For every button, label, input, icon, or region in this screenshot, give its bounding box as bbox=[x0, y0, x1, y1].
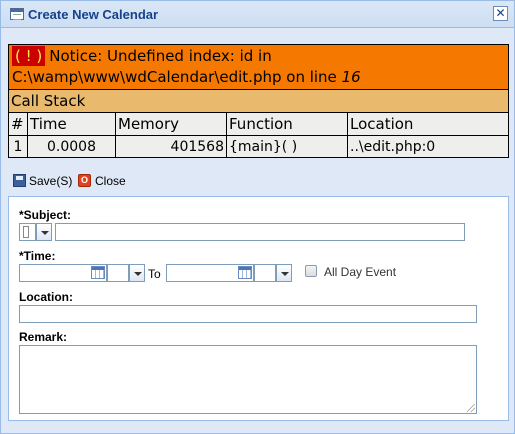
calendar-form: *Subject: *Time: To All Day Event Locati… bbox=[8, 196, 509, 421]
create-calendar-dialog: Create New Calendar ✕ ( ! ) Notice: Undef… bbox=[0, 0, 515, 434]
cell-num: 1 bbox=[8, 135, 28, 158]
col-header-num: # bbox=[8, 112, 28, 136]
close-icon[interactable]: ✕ bbox=[493, 6, 508, 21]
notice-text: Notice: Undefined index: id in C:\wamp\w… bbox=[12, 47, 342, 86]
close-icon: O bbox=[78, 174, 91, 187]
col-header-function: Function bbox=[226, 112, 348, 136]
dialog-toolbar: Save(S) O Close bbox=[8, 171, 509, 193]
color-dropdown-button[interactable] bbox=[36, 223, 52, 241]
remark-label: Remark: bbox=[19, 330, 68, 344]
all-day-checkbox[interactable] bbox=[305, 265, 317, 277]
notice-message: ( ! ) Notice: Undefined index: id in C:\w… bbox=[8, 44, 509, 90]
col-header-location: Location bbox=[347, 112, 509, 136]
error-badge: ( ! ) bbox=[12, 46, 46, 66]
start-time-dropdown-button[interactable] bbox=[129, 264, 145, 282]
start-date-input[interactable] bbox=[19, 264, 107, 282]
end-time-input[interactable] bbox=[254, 264, 276, 282]
save-icon bbox=[13, 174, 26, 187]
remark-textarea[interactable] bbox=[19, 345, 477, 414]
resize-grip[interactable] bbox=[467, 404, 475, 412]
start-time-input[interactable] bbox=[107, 264, 129, 282]
save-button[interactable]: Save(S) bbox=[13, 173, 73, 189]
cell-time: 0.0008 bbox=[27, 135, 116, 158]
php-notice-table: ( ! ) Notice: Undefined index: id in C:\w… bbox=[8, 44, 509, 158]
end-time-dropdown-button[interactable] bbox=[276, 264, 292, 282]
notice-line-number: 16 bbox=[341, 68, 361, 86]
col-header-memory: Memory bbox=[115, 112, 227, 136]
color-swatch bbox=[23, 226, 29, 238]
end-date-input[interactable] bbox=[166, 264, 254, 282]
calendar-picker-icon[interactable] bbox=[238, 266, 252, 279]
location-input[interactable] bbox=[19, 305, 477, 323]
table-row: 1 0.0008 401568 {main}( ) ..\edit.php:0 bbox=[8, 135, 509, 158]
all-day-label: All Day Event bbox=[324, 265, 397, 279]
color-select[interactable] bbox=[19, 223, 36, 241]
cell-location: ..\edit.php:0 bbox=[347, 135, 509, 158]
subject-input[interactable] bbox=[55, 223, 465, 241]
location-label: Location: bbox=[19, 290, 73, 304]
calendar-icon bbox=[10, 8, 24, 20]
calendar-picker-icon[interactable] bbox=[91, 266, 105, 279]
to-label: To bbox=[148, 267, 161, 281]
dialog-titlebar[interactable]: Create New Calendar ✕ bbox=[1, 1, 514, 28]
save-button-label: Save(S) bbox=[29, 174, 73, 188]
call-stack-title: Call Stack bbox=[8, 89, 509, 113]
close-button-label: Close bbox=[95, 174, 126, 188]
cell-memory: 401568 bbox=[115, 135, 227, 158]
close-button[interactable]: O Close bbox=[78, 173, 130, 189]
subject-label: *Subject: bbox=[19, 208, 72, 222]
time-label: *Time: bbox=[19, 249, 56, 263]
dialog-title: Create New Calendar bbox=[28, 7, 159, 22]
cell-function: {main}( ) bbox=[226, 135, 348, 158]
col-header-time: Time bbox=[27, 112, 116, 136]
